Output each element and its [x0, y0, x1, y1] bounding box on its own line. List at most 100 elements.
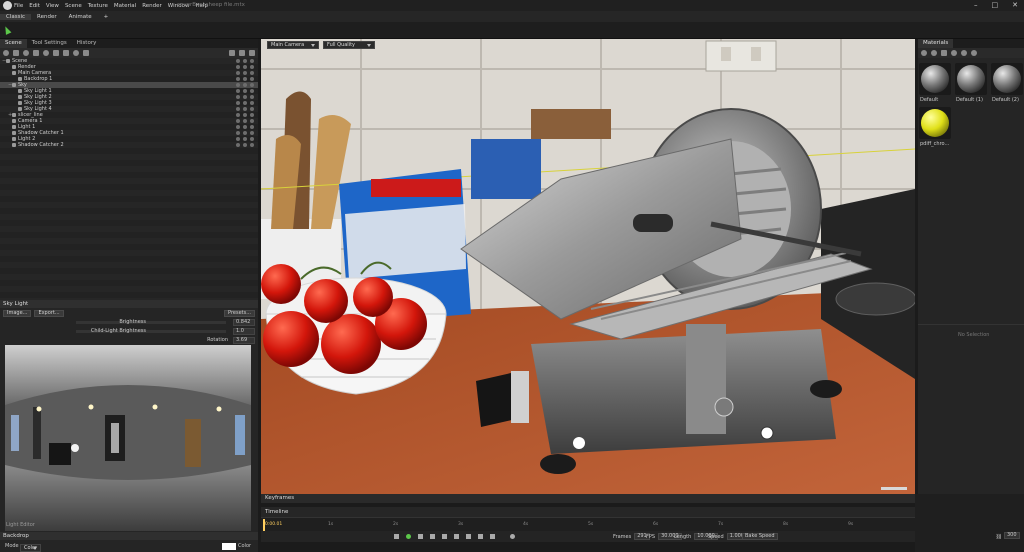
skip-end-icon[interactable] — [490, 534, 495, 539]
lock-icon[interactable] — [236, 131, 240, 135]
next-key-icon[interactable] — [478, 534, 483, 539]
menu-render[interactable]: Render — [142, 3, 162, 9]
minimize-icon[interactable]: – — [974, 1, 978, 9]
lock-icon[interactable] — [236, 83, 240, 87]
sphere-icon[interactable] — [43, 50, 49, 56]
visibility-icon[interactable] — [243, 83, 247, 87]
add-object-icon[interactable] — [3, 50, 9, 56]
visibility-icon[interactable] — [243, 101, 247, 105]
backdrop-header[interactable]: Backdrop — [0, 532, 258, 540]
render-icon[interactable] — [250, 113, 254, 117]
end-frame-input[interactable]: 300 — [1004, 532, 1020, 539]
lock-icon[interactable] — [236, 119, 240, 123]
visibility-icon[interactable] — [243, 107, 247, 111]
visibility-icon[interactable] — [243, 143, 247, 147]
quality-select[interactable]: Full Quality — [323, 41, 375, 49]
record-icon[interactable] — [510, 534, 515, 539]
export-button[interactable]: Export... — [34, 309, 64, 317]
hdr-preview[interactable] — [5, 345, 251, 531]
visibility-icon[interactable] — [243, 137, 247, 141]
close-icon[interactable]: ✕ — [1012, 1, 1018, 9]
render-icon[interactable] — [250, 89, 254, 93]
timeline-header[interactable]: Timeline — [261, 507, 915, 517]
bake-speed-button[interactable]: Bake Speed — [742, 533, 778, 540]
render-icon[interactable] — [250, 125, 254, 129]
render-icon[interactable] — [250, 119, 254, 123]
visibility-icon[interactable] — [243, 77, 247, 81]
material-thumb-yellow[interactable] — [919, 107, 951, 139]
maximize-icon[interactable]: □ — [992, 1, 999, 9]
step-back-icon[interactable] — [430, 534, 435, 539]
slider-track[interactable] — [76, 321, 226, 324]
material-ball-icon[interactable] — [951, 50, 957, 56]
rotation-value[interactable]: 3.69 — [233, 337, 255, 344]
backdrop-mode-select[interactable]: Color — [20, 544, 42, 552]
camera-select[interactable]: Main Camera — [267, 41, 319, 49]
tab-tool-settings[interactable]: Tool Settings — [27, 39, 72, 48]
visibility-icon[interactable] — [243, 131, 247, 135]
lock-icon[interactable] — [236, 95, 240, 99]
lock-icon[interactable] — [236, 59, 240, 63]
playhead[interactable] — [263, 519, 265, 531]
loop-icon[interactable] — [406, 534, 411, 539]
keyframes-header[interactable]: Keyframes — [261, 494, 915, 503]
lock-icon[interactable] — [236, 89, 240, 93]
lock-icon[interactable] — [236, 71, 240, 75]
menu-material[interactable]: Material — [114, 3, 136, 9]
render-icon[interactable] — [250, 83, 254, 87]
menu-file[interactable]: File — [14, 3, 23, 9]
image-button[interactable]: Image... — [3, 309, 32, 317]
light-handle-icon[interactable] — [71, 444, 79, 452]
backdrop-icon[interactable] — [33, 50, 39, 56]
light-handle-icon[interactable] — [760, 426, 774, 440]
visibility-icon[interactable] — [243, 65, 247, 69]
delete-icon[interactable] — [249, 50, 255, 56]
visibility-icon[interactable] — [243, 119, 247, 123]
render-icon[interactable] — [250, 131, 254, 135]
brightness-value[interactable]: 0.842 — [233, 319, 255, 326]
camera-icon[interactable] — [13, 50, 19, 56]
scene-tree-item[interactable]: Shadow Catcher 2 — [0, 142, 258, 148]
lock-icon[interactable] — [236, 143, 240, 147]
menu-texture[interactable]: Texture — [88, 3, 108, 9]
light-handle-icon[interactable] — [573, 437, 585, 449]
mode-classic[interactable]: Classic — [0, 13, 32, 20]
lock-icon[interactable] — [236, 77, 240, 81]
render-icon[interactable] — [250, 101, 254, 105]
lock-icon[interactable] — [236, 125, 240, 129]
group-icon[interactable] — [53, 50, 59, 56]
play-reverse-icon[interactable] — [442, 534, 447, 539]
add-material-icon[interactable] — [921, 50, 927, 56]
visibility-icon[interactable] — [243, 59, 247, 63]
shadow-catcher-icon[interactable] — [73, 50, 79, 56]
tab-scene[interactable]: Scene — [0, 39, 27, 48]
render-icon[interactable] — [250, 107, 254, 111]
folder-icon[interactable] — [229, 50, 235, 56]
play-icon[interactable] — [454, 534, 459, 539]
library-icon[interactable] — [941, 50, 947, 56]
render-icon[interactable] — [250, 59, 254, 63]
tab-history[interactable]: History — [72, 39, 102, 48]
material-thumb-default[interactable] — [919, 63, 951, 95]
light-icon[interactable] — [23, 50, 29, 56]
presets-button[interactable]: Presets... — [224, 309, 255, 317]
backdrop-color-swatch[interactable] — [222, 543, 236, 550]
render-icon[interactable] — [250, 77, 254, 81]
timeline-ruler[interactable]: 0:00.01 1s 2s 3s 4s 5s 6s 7s 8s 9s — [261, 517, 915, 531]
visibility-icon[interactable] — [243, 95, 247, 99]
child-brightness-value[interactable]: 1.0 — [233, 328, 255, 335]
render-icon[interactable] — [250, 137, 254, 141]
visibility-icon[interactable] — [243, 113, 247, 117]
menu-edit[interactable]: Edit — [29, 3, 40, 9]
render-icon[interactable] — [250, 65, 254, 69]
skip-start-icon[interactable] — [394, 534, 399, 539]
menu-view[interactable]: View — [46, 3, 59, 9]
visibility-icon[interactable] — [243, 125, 247, 129]
lock-icon[interactable] — [236, 113, 240, 117]
render-icon[interactable] — [250, 143, 254, 147]
step-forward-icon[interactable] — [466, 534, 471, 539]
lock-icon[interactable] — [236, 65, 240, 69]
prev-key-icon[interactable] — [418, 534, 423, 539]
hdr-icon[interactable] — [83, 50, 89, 56]
copy-icon[interactable] — [239, 50, 245, 56]
